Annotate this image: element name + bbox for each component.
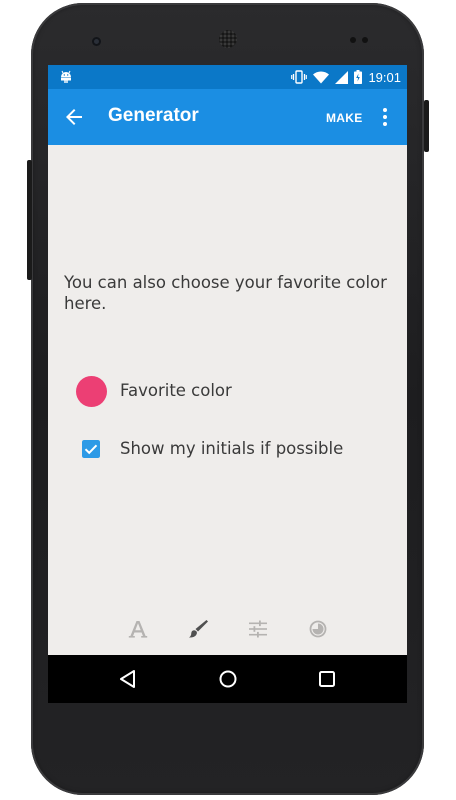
bottom-toolbar [48, 610, 407, 648]
screen: 19:01 Generator MAKE You can also choose… [48, 65, 407, 703]
status-bar: 19:01 [48, 65, 407, 89]
volume-button [27, 160, 32, 280]
system-nav-bar [48, 655, 407, 703]
android-debug-icon [61, 70, 71, 83]
light-sensor [362, 37, 368, 43]
text-icon [128, 621, 148, 638]
power-button [424, 100, 429, 152]
wifi-icon [313, 70, 330, 83]
favorite-color-row[interactable]: Favorite color [48, 371, 407, 411]
back-triangle-icon[interactable] [116, 667, 140, 691]
initials-row[interactable]: Show my initials if possible [48, 429, 407, 469]
cell-signal-icon [335, 70, 349, 84]
earpiece-speaker [219, 30, 237, 48]
initials-label: Show my initials if possible [120, 439, 344, 458]
recents-square-icon[interactable] [315, 667, 339, 691]
home-circle-icon[interactable] [216, 667, 240, 691]
overflow-menu-icon[interactable] [380, 105, 390, 129]
text-tool-button[interactable] [126, 617, 150, 641]
status-icons: 19:01 [291, 65, 401, 89]
status-time: 19:01 [368, 69, 401, 85]
brush-icon [189, 620, 208, 638]
favorite-color-swatch[interactable] [76, 376, 107, 407]
brush-tool-button[interactable] [186, 617, 210, 641]
front-camera [92, 37, 101, 46]
favorite-color-label: Favorite color [120, 381, 232, 400]
battery-icon [354, 70, 363, 84]
vibrate-icon [291, 70, 308, 84]
make-button[interactable]: MAKE [326, 111, 363, 125]
back-arrow-icon[interactable] [62, 105, 86, 129]
app-title: Generator [108, 105, 199, 126]
proximity-sensor [350, 37, 356, 43]
shape-icon [309, 620, 327, 638]
sliders-icon [249, 620, 267, 638]
initials-checkbox[interactable] [82, 440, 100, 458]
shape-tool-button[interactable] [306, 617, 330, 641]
app-bar: Generator MAKE [48, 89, 407, 145]
sliders-tool-button[interactable] [246, 617, 270, 641]
description-text: You can also choose your favorite color … [64, 273, 387, 313]
